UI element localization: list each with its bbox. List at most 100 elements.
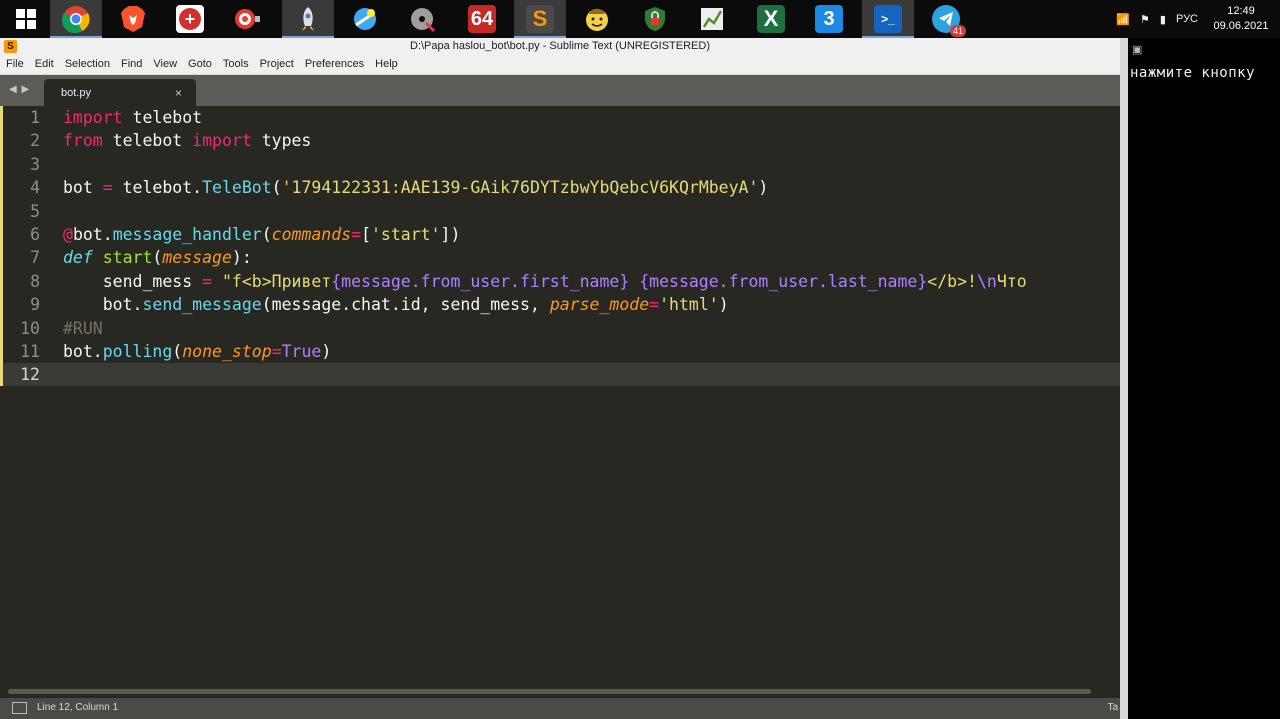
object: telebot. <box>122 178 203 198</box>
keyword: from <box>63 131 103 151</box>
paren: ( <box>271 178 282 198</box>
menu-file[interactable]: File <box>0 55 28 74</box>
window-titlebar[interactable]: S D:\Papa haslou_bot\bot.py - Sublime Te… <box>0 38 1120 55</box>
menu-preferences[interactable]: Preferences <box>298 55 368 74</box>
sublime-text-window: S D:\Papa haslou_bot\bot.py - Sublime Te… <box>0 38 1120 719</box>
tab-nav-arrows-icon[interactable]: ◀ ▶ <box>9 84 30 95</box>
keyword-argument: none_stop <box>182 342 272 361</box>
taskbar-cd-player[interactable] <box>396 0 448 38</box>
network-signal-icon[interactable]: 📶 <box>1116 13 1130 26</box>
operator: = <box>92 178 123 198</box>
module-name: telebot <box>122 108 203 127</box>
string-interpolation: {message.from_user.first_name} <box>331 271 630 291</box>
constant: True <box>281 342 322 361</box>
paren: ) <box>718 295 729 315</box>
code-line: @bot.message_handler(commands=['start']) <box>63 223 460 246</box>
line-number: 1 <box>30 108 40 127</box>
code-area[interactable]: import telebot from telebot import types… <box>63 106 1118 688</box>
menu-find[interactable]: Find <box>114 55 146 74</box>
line-number: 4 <box>30 178 40 198</box>
tray-clock[interactable]: 12:49 09.06.2021 <box>1208 4 1274 34</box>
string-literal: 'start' <box>371 225 441 244</box>
taskbar-sublime-text[interactable]: S <box>514 0 566 38</box>
variable: bot <box>63 178 93 198</box>
keyword: import <box>63 108 123 127</box>
input-language[interactable]: РУС <box>1176 13 1198 25</box>
menu-edit[interactable]: Edit <box>28 55 58 74</box>
taskbar-app-3[interactable]: 3 <box>803 0 855 38</box>
taskbar-telegram[interactable]: 41 <box>920 0 972 38</box>
chrome-icon <box>62 6 90 33</box>
module-name: telebot <box>102 131 193 151</box>
battery-icon[interactable]: ▮ <box>1160 13 1166 26</box>
panel-toggle-icon[interactable] <box>12 702 27 714</box>
taskbar-python-app[interactable] <box>282 0 334 38</box>
function-call: message_handler <box>112 225 262 244</box>
line-number: 10 <box>20 318 40 338</box>
taskbar-app-64[interactable]: 64 <box>456 0 508 38</box>
string-interpolation: {message.from_user.last_name} <box>639 271 928 291</box>
vault-boy-icon <box>586 8 608 31</box>
menu-selection[interactable]: Selection <box>58 55 114 74</box>
console-app-icon: ▣ <box>1132 44 1143 56</box>
function-call: polling <box>102 342 173 361</box>
line-number-current: 12 <box>20 365 40 385</box>
function-name: start <box>102 248 153 268</box>
excel-icon: X <box>757 5 785 33</box>
paren: ( <box>261 225 272 244</box>
class-name: TeleBot <box>202 178 272 198</box>
paren: ( <box>152 248 163 268</box>
escape-sequence: \n <box>976 271 997 291</box>
console-window[interactable]: ▣ нажмите кнопку <box>1120 38 1280 719</box>
paren: ( <box>172 342 183 361</box>
telegram-icon: 41 <box>932 5 966 37</box>
taskbar-transcend[interactable]: + <box>164 0 216 38</box>
object: bot. <box>72 225 113 244</box>
menu-view[interactable]: View <box>146 55 181 74</box>
tray-date: 09.06.2021 <box>1213 20 1269 32</box>
code-line: #RUN <box>63 317 103 340</box>
console-output: нажмите кнопку <box>1130 65 1256 81</box>
status-bar: Line 12, Column 1 Ta <box>0 698 1120 719</box>
menu-project[interactable]: Project <box>253 55 298 74</box>
menu-goto[interactable]: Goto <box>181 55 216 74</box>
variable: send_mess <box>102 271 193 291</box>
bracket: ]) <box>440 225 461 244</box>
taskbar-vault-boy[interactable] <box>571 0 623 38</box>
menu-bar: File Edit Selection Find View Goto Tools… <box>0 55 1120 75</box>
decorator-at: @ <box>63 225 73 244</box>
action-center-flag-icon[interactable]: ⚑ <box>1140 13 1150 26</box>
taskbar-target-app[interactable] <box>221 0 273 38</box>
taskbar-powershell[interactable]: >_ <box>862 0 914 38</box>
string-literal: '1794122331:AAE139-GAik76DYTzbwYbQebcV6K… <box>281 178 759 198</box>
string-literal <box>629 272 639 291</box>
tab-close-icon[interactable]: × <box>175 86 182 100</box>
menu-help[interactable]: Help <box>368 55 402 74</box>
transcend-icon: + <box>176 5 204 33</box>
string-literal: 'html' <box>659 295 719 315</box>
windows-start-button[interactable] <box>0 0 52 38</box>
tab-bot-py[interactable]: bot.py × <box>44 79 196 106</box>
taskbar-chart-app[interactable] <box>686 0 738 38</box>
sublime-text-icon: S <box>526 5 554 33</box>
taskbar-excel[interactable]: X <box>745 0 797 38</box>
horizontal-scrollbar[interactable] <box>8 689 1091 694</box>
taskbar-chrome[interactable] <box>50 0 102 38</box>
function-call: send_message <box>142 295 262 315</box>
network-tool-icon <box>354 8 376 30</box>
line-number: 7 <box>30 248 40 268</box>
taskbar-network-tool[interactable] <box>339 0 391 38</box>
keyword-argument: commands <box>271 225 352 244</box>
code-line: from telebot import types <box>63 129 311 152</box>
taskbar-shield-lock[interactable] <box>629 0 681 38</box>
indentation-setting[interactable]: Ta <box>1107 702 1118 713</box>
taskbar-brave[interactable] <box>107 0 159 38</box>
python-rocket-icon <box>302 7 314 31</box>
code-editor[interactable]: 1 2 3 4 5 6 7 8 9 10 11 12 import telebo… <box>0 106 1120 688</box>
string-literal: Что <box>996 271 1027 291</box>
keyword-def: def <box>63 248 93 268</box>
app-3-icon: 3 <box>815 5 843 33</box>
brave-icon <box>121 6 145 32</box>
powershell-icon: >_ <box>874 5 902 33</box>
menu-tools[interactable]: Tools <box>216 55 253 74</box>
